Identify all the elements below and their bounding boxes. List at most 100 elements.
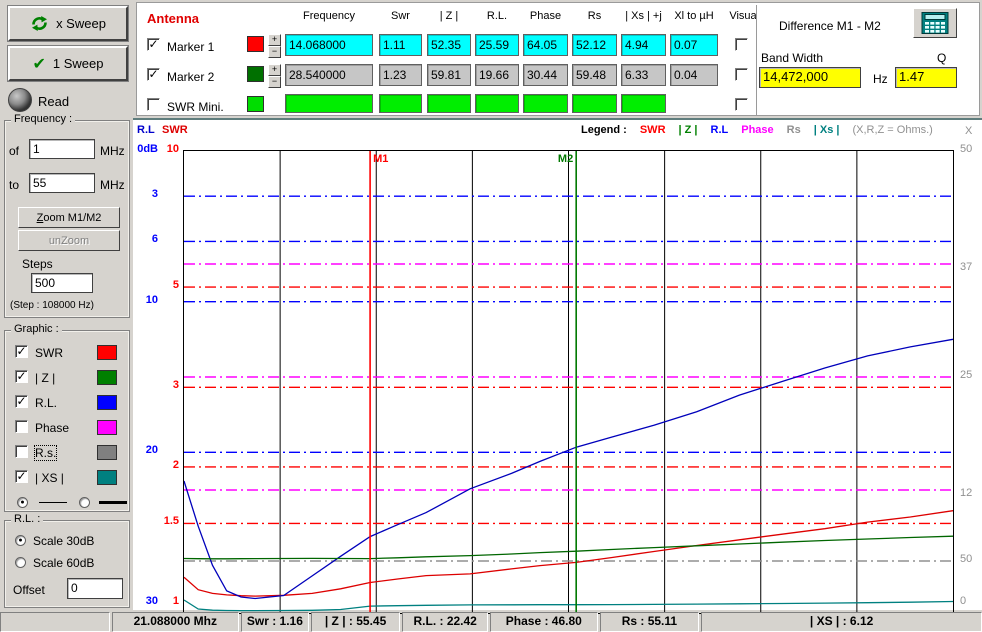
graphic-checkbox-0[interactable]: ✓ bbox=[15, 345, 28, 358]
table-cell: 25.59 bbox=[475, 34, 519, 56]
table-cell: 30.44 bbox=[523, 64, 568, 86]
refresh-icon bbox=[30, 15, 49, 32]
table-cell bbox=[475, 94, 519, 113]
difference-title: Difference M1 - M2 bbox=[779, 19, 881, 33]
swr-axis-tick: 3 bbox=[159, 379, 179, 391]
status-rl: R.L. : 22.42 bbox=[402, 612, 488, 632]
x-axis-tick: 50 bbox=[960, 143, 980, 155]
graphic-label-3: Phase bbox=[35, 421, 69, 435]
thick-line-radio[interactable] bbox=[79, 497, 90, 508]
plot-canvas[interactable]: M1 M2 bbox=[183, 150, 954, 614]
visual-checkbox[interactable] bbox=[735, 98, 748, 111]
column-header-2: | Z | bbox=[427, 10, 471, 22]
freq-of-label: of bbox=[9, 144, 19, 158]
table-cell bbox=[379, 94, 422, 113]
graphic-checkbox-1[interactable]: ✓ bbox=[15, 370, 28, 383]
multi-sweep-label: x Sweep bbox=[56, 16, 106, 31]
graphic-color-swatch-5 bbox=[97, 470, 117, 485]
graphic-color-swatch-2 bbox=[97, 395, 117, 410]
spinner-up-button[interactable]: + bbox=[268, 34, 281, 46]
zoom-m1-m2-button[interactable]: Zoom M1/M2 bbox=[18, 207, 120, 228]
antenna-title: Antenna bbox=[147, 11, 199, 26]
thin-line-radio[interactable]: ● bbox=[17, 497, 28, 508]
marker-frequency-spinner[interactable]: +− bbox=[268, 34, 281, 58]
freq-to-input[interactable]: 55 bbox=[29, 173, 95, 193]
scale-30db-radio[interactable]: ● bbox=[15, 535, 26, 546]
visual-checkbox[interactable] bbox=[735, 68, 748, 81]
graphic-checkbox-4[interactable] bbox=[15, 445, 28, 458]
marker-color-swatch bbox=[247, 36, 264, 52]
column-header-6: | Xs | +j bbox=[621, 10, 666, 22]
table-cell bbox=[285, 94, 373, 113]
marker2-checkbox[interactable]: ✓ bbox=[147, 68, 160, 81]
status-spacer bbox=[0, 612, 110, 632]
swr-axis-tick: 1.5 bbox=[159, 515, 179, 527]
freq-of-input[interactable]: 1 bbox=[29, 139, 95, 159]
offset-input[interactable]: 0 bbox=[67, 578, 123, 599]
legend-item-3: Phase bbox=[741, 124, 773, 136]
status-bar: 21.088000 MhzSwr : 1.16| Z | : 55.45R.L.… bbox=[0, 612, 982, 632]
table-cell: 0.07 bbox=[670, 34, 718, 56]
scale-60db-label: Scale 60dB bbox=[33, 556, 94, 570]
status-phase: Phase : 46.80 bbox=[490, 612, 598, 632]
table-cell bbox=[621, 94, 666, 113]
unzoom-button[interactable]: unZoom bbox=[18, 230, 120, 251]
read-knob-icon[interactable] bbox=[8, 88, 32, 112]
calculator-icon bbox=[919, 12, 951, 34]
graphic-checkbox-5[interactable]: ✓ bbox=[15, 470, 28, 483]
rs-reference-tick: 50 bbox=[960, 553, 980, 565]
status-rs: Rs : 55.11 bbox=[600, 612, 700, 632]
swr-axis-tick: 2 bbox=[159, 459, 179, 471]
legend-note: (X,R,Z = Ohms.) bbox=[852, 124, 932, 136]
spinner-down-button[interactable]: − bbox=[268, 46, 281, 58]
rl-axis-tick: 3 bbox=[133, 188, 158, 200]
rl-axis-tick: 10 bbox=[133, 294, 158, 306]
zoom-button-label: oom M1/M2 bbox=[43, 212, 101, 224]
graphic-checkbox-2[interactable]: ✓ bbox=[15, 395, 28, 408]
frequency-group-legend: Frequency : bbox=[11, 113, 75, 125]
q-field[interactable]: 1.47 bbox=[895, 67, 957, 88]
q-label: Q bbox=[937, 51, 946, 65]
swr-mini-label: SWR Mini. bbox=[167, 100, 224, 114]
x-axis-tick: 37 bbox=[960, 261, 980, 273]
antenna-panel: Antenna ✓ Marker 1 ✓ Marker 2 SWR Mini. … bbox=[136, 2, 980, 116]
visual-checkbox[interactable] bbox=[735, 38, 748, 51]
legend-item-1: | Z | bbox=[679, 124, 698, 136]
steps-input[interactable]: 500 bbox=[31, 273, 93, 293]
calculator-button[interactable] bbox=[913, 8, 957, 38]
freq-to-unit: MHz bbox=[100, 178, 125, 192]
column-header-5: Rs bbox=[572, 10, 617, 22]
graphic-color-swatch-4 bbox=[97, 445, 117, 460]
graphic-color-swatch-1 bbox=[97, 370, 117, 385]
table-cell: 19.66 bbox=[475, 64, 519, 86]
step-size-info: (Step : 108000 Hz) bbox=[10, 300, 94, 311]
spinner-up-button[interactable]: + bbox=[268, 64, 281, 76]
marker-label-m2: M2 bbox=[558, 153, 573, 165]
marker1-checkbox[interactable]: ✓ bbox=[147, 38, 160, 51]
multi-sweep-button[interactable]: x Sweep bbox=[8, 6, 128, 41]
rl-axis-tick: 0dB bbox=[133, 143, 158, 155]
rl-axis-tick: 6 bbox=[133, 233, 158, 245]
legend-item-4: Rs bbox=[787, 124, 801, 136]
graphic-label-0: SWR bbox=[35, 346, 63, 360]
graphic-label-2: R.L. bbox=[35, 396, 57, 410]
swr-mini-checkbox[interactable] bbox=[147, 98, 160, 111]
plot-area[interactable]: M1 M2 bbox=[183, 150, 954, 617]
table-cell: 52.12 bbox=[572, 34, 617, 56]
marker-label-m1: M1 bbox=[373, 153, 388, 165]
column-header-4: Phase bbox=[523, 10, 568, 22]
spinner-down-button[interactable]: − bbox=[268, 76, 281, 88]
scale-60db-radio[interactable] bbox=[15, 557, 26, 568]
bandwidth-field[interactable]: 14,472,000 bbox=[759, 67, 861, 88]
marker-color-swatch bbox=[247, 66, 264, 82]
swr-axis-tick: 5 bbox=[159, 279, 179, 291]
rl-axis-tick: 20 bbox=[133, 444, 158, 456]
bandwidth-label: Band Width bbox=[761, 51, 823, 65]
table-cell: 52.35 bbox=[427, 34, 471, 56]
graphic-checkbox-3[interactable] bbox=[15, 420, 28, 433]
one-sweep-button[interactable]: ✔ 1 Sweep bbox=[8, 46, 128, 81]
marker2-label: Marker 2 bbox=[167, 70, 214, 84]
status-frequency: 21.088000 Mhz bbox=[112, 612, 239, 632]
one-sweep-label: 1 Sweep bbox=[53, 56, 104, 71]
marker-frequency-spinner[interactable]: +− bbox=[268, 64, 281, 88]
